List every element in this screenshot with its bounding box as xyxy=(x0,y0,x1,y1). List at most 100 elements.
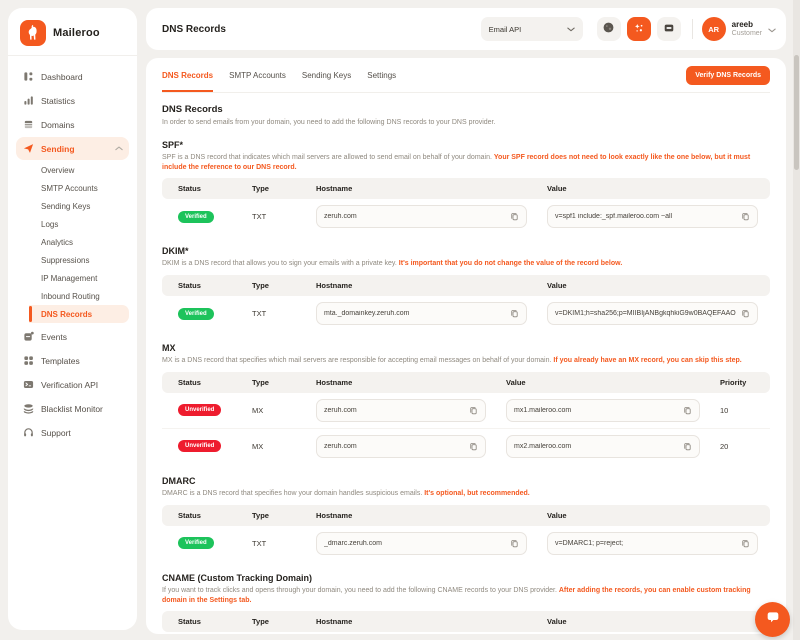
value-input[interactable]: v=spf1 include:_spf.maileroo.com ~all xyxy=(547,205,758,228)
column-header: Value xyxy=(498,378,712,387)
sidebar-item-label: Dashboard xyxy=(41,72,83,82)
status-cell: Verified xyxy=(162,308,244,320)
scrollbar-thumb[interactable] xyxy=(794,55,799,170)
sidebar-item-dns-records[interactable]: DNS Records xyxy=(29,305,129,323)
sidebar-item-suppressions[interactable]: Suppressions xyxy=(29,251,129,269)
chevron-down-icon xyxy=(768,20,776,38)
sidebar-item-dashboard[interactable]: Dashboard xyxy=(16,65,129,88)
topbar: DNS Records Email API AR areeb Customer xyxy=(146,8,786,50)
copy-icon[interactable] xyxy=(510,309,519,318)
chat-button[interactable] xyxy=(755,602,790,637)
section-title: DMARC xyxy=(162,476,770,486)
sidebar-item-events[interactable]: Events xyxy=(16,325,129,348)
copy-icon[interactable] xyxy=(741,539,750,548)
value-value: mx2.maileroo.com xyxy=(514,443,678,450)
sidebar-item-templates[interactable]: Templates xyxy=(16,349,129,372)
sidebar-sublist: OverviewSMTP AccountsSending KeysLogsAna… xyxy=(16,161,129,323)
moon-icon xyxy=(602,21,615,37)
section-description: DMARC is a DNS record that specifies how… xyxy=(162,489,770,499)
sidebar-item-smtp-accounts[interactable]: SMTP Accounts xyxy=(29,179,129,197)
page-title: DNS Records xyxy=(162,24,226,35)
copy-icon[interactable] xyxy=(469,406,478,415)
scrollbar-track[interactable] xyxy=(793,0,800,640)
sidebar-item-label: Sending xyxy=(41,144,75,154)
sidebar-item-sending[interactable]: Sending xyxy=(16,137,129,160)
column-header: Value xyxy=(539,617,770,626)
hostname-input[interactable]: zeruh.com xyxy=(316,205,527,228)
inbox-icon xyxy=(663,22,675,37)
section-description-text: SPF is a DNS record that indicates which… xyxy=(162,154,494,161)
records-table: StatusTypeHostnameValuePriorityUnverifie… xyxy=(162,372,770,464)
section-note: If you already have an MX record, you ca… xyxy=(553,357,741,364)
tab-sending-keys[interactable]: Sending Keys xyxy=(302,59,351,91)
sidebar-item-ip-management[interactable]: IP Management xyxy=(29,269,129,287)
whats-new-button[interactable] xyxy=(627,17,651,41)
sidebar-item-analytics[interactable]: Analytics xyxy=(29,233,129,251)
user-menu[interactable]: AR areeb Customer xyxy=(702,17,776,41)
tabs-row: DNS Records SMTP Accounts Sending Keys Sett… xyxy=(162,58,770,93)
value-input[interactable]: mx1.maileroo.com xyxy=(506,399,700,422)
tab-dns-records[interactable]: DNS Records xyxy=(162,59,213,92)
column-header: Hostname xyxy=(308,617,539,626)
verification-icon xyxy=(22,379,34,390)
table-header-row: StatusTypeHostnameValue xyxy=(162,505,770,526)
value-value: v=DKIM1;h=sha256;p=MIIBIjANBgkqhkiG9w0BA… xyxy=(555,310,736,317)
theme-toggle-button[interactable] xyxy=(597,17,621,41)
tab-settings[interactable]: Settings xyxy=(367,59,396,91)
copy-icon[interactable] xyxy=(741,212,750,221)
section-title: CNAME (Custom Tracking Domain) xyxy=(162,573,770,583)
type-cell: TXT xyxy=(244,309,308,318)
sidebar-item-overview[interactable]: Overview xyxy=(29,161,129,179)
section-note: It's important that you do not change th… xyxy=(399,260,622,267)
sidebar-item-blacklist-monitor[interactable]: Blacklist Monitor xyxy=(16,397,129,420)
copy-icon[interactable] xyxy=(683,406,692,415)
hostname-input[interactable]: zeruh.com xyxy=(316,399,486,422)
column-header: Status xyxy=(162,617,244,626)
sidebar-item-logs[interactable]: Logs xyxy=(29,215,129,233)
hostname-input[interactable]: mta._domainkey.zeruh.com xyxy=(316,302,527,325)
value-input[interactable]: v=DMARC1; p=reject; xyxy=(547,532,758,555)
hostname-cell: zeruh.com xyxy=(308,205,539,228)
value-input[interactable]: mx2.maileroo.com xyxy=(506,435,700,458)
project-selector[interactable]: Email API xyxy=(481,17,583,41)
section-description: DKIM is a DNS record that allows you to … xyxy=(162,259,770,269)
sidebar-item-inbound-routing[interactable]: Inbound Routing xyxy=(29,287,129,305)
dashboard-icon xyxy=(22,71,34,82)
brand-header: Maileroo xyxy=(8,8,137,56)
hostname-input[interactable]: _dmarc.zeruh.com xyxy=(316,532,527,555)
value-value: v=spf1 include:_spf.maileroo.com ~all xyxy=(555,213,736,220)
column-header: Hostname xyxy=(308,184,539,193)
chat-bubble-icon xyxy=(765,610,781,629)
copy-icon[interactable] xyxy=(469,442,478,451)
sidebar-item-sending-keys[interactable]: Sending Keys xyxy=(29,197,129,215)
value-input[interactable]: v=DKIM1;h=sha256;p=MIIBIjANBgkqhkiG9w0BA… xyxy=(547,302,758,325)
copy-icon[interactable] xyxy=(683,442,692,451)
section-description-text: DMARC is a DNS record that specifies how… xyxy=(162,490,424,497)
sidebar-item-statistics[interactable]: Statistics xyxy=(16,89,129,112)
sidebar-item-verification-api[interactable]: Verification API xyxy=(16,373,129,396)
inbox-button[interactable] xyxy=(657,17,681,41)
sidebar-item-domains[interactable]: Domains xyxy=(16,113,129,136)
dns-sections: SPF*SPF is a DNS record that indicates w… xyxy=(162,140,770,634)
sidebar-item-label: Domains xyxy=(41,120,75,130)
tab-smtp-accounts[interactable]: SMTP Accounts xyxy=(229,59,286,91)
section-description-text: DKIM is a DNS record that allows you to … xyxy=(162,260,399,267)
verify-dns-records-button[interactable]: Verify DNS Records xyxy=(686,66,770,85)
copy-icon[interactable] xyxy=(510,539,519,548)
value-cell: v=DMARC1; p=reject; xyxy=(539,532,770,555)
intro-description: In order to send emails from your domain… xyxy=(162,118,770,128)
sidebar-item-support[interactable]: Support xyxy=(16,421,129,444)
status-badge: Verified xyxy=(178,308,214,320)
table-header-row: StatusTypeHostnameValue xyxy=(162,611,770,632)
copy-icon[interactable] xyxy=(510,212,519,221)
avatar: AR xyxy=(702,17,726,41)
copy-icon[interactable] xyxy=(741,309,750,318)
hostname-input[interactable]: zeruh.com xyxy=(316,435,486,458)
chevron-up-icon xyxy=(115,146,123,151)
column-header: Status xyxy=(162,184,244,193)
table-row: UnverifiedMXzeruh.commx2.maileroo.com20 xyxy=(162,429,770,464)
domains-icon xyxy=(22,119,34,130)
column-header: Type xyxy=(244,617,308,626)
hostname-cell: zeruh.com xyxy=(308,399,498,422)
status-cell: Unverified xyxy=(162,404,244,416)
